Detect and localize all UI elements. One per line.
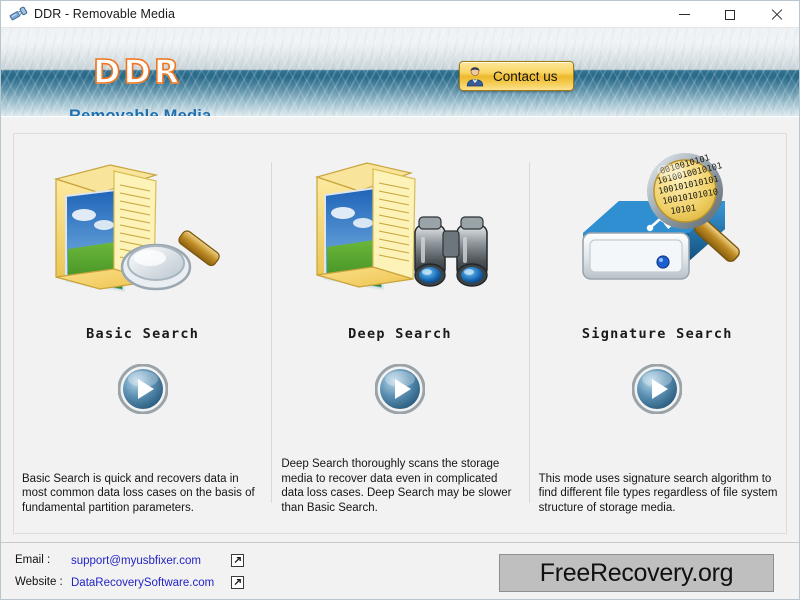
website-link-cell: DataRecoverySoftware.com xyxy=(71,573,219,591)
ddr-logo: DDR xyxy=(92,51,183,92)
maximize-icon xyxy=(725,9,735,20)
maximize-button[interactable] xyxy=(707,1,753,28)
email-link[interactable]: support@myusbfixer.com xyxy=(71,555,201,567)
minimize-icon xyxy=(678,14,690,15)
usb-drive-binary-magnifier-icon: 0010010101 1010010010101 100101010101 10… xyxy=(529,144,786,324)
start-signature-search-button[interactable] xyxy=(631,363,683,415)
watermark-text: FreeRecovery.org xyxy=(539,558,734,587)
folder-document-magnifier-icon xyxy=(14,144,271,324)
mode-title: Basic Search xyxy=(86,326,200,342)
mode-title: Signature Search xyxy=(581,326,733,342)
main-content-area: Basic Search Basic Search is quick and r… xyxy=(1,117,799,542)
header-subtitle: Removable Media xyxy=(69,107,212,116)
email-label: Email : xyxy=(15,554,51,566)
close-button[interactable] xyxy=(753,1,799,28)
window-controls xyxy=(661,1,799,28)
header-banner: DDR Removable Media Contact us xyxy=(1,28,799,116)
user-avatar-icon xyxy=(464,65,486,87)
folder-document-binoculars-icon xyxy=(271,144,528,324)
minimize-button[interactable] xyxy=(661,1,707,28)
website-link[interactable]: DataRecoverySoftware.com xyxy=(71,577,214,589)
website-label: Website : xyxy=(15,576,63,588)
contact-us-button[interactable]: Contact us xyxy=(459,61,574,91)
mode-description: Basic Search is quick and recovers data … xyxy=(22,472,255,514)
title-bar: DDR - Removable Media xyxy=(1,1,799,28)
usb-connector-icon xyxy=(7,3,29,25)
mode-card-signature-search: 0010010101 1010010010101 100101010101 10… xyxy=(528,134,786,533)
start-deep-search-button[interactable] xyxy=(374,363,426,415)
mode-description: This mode uses signature search algorith… xyxy=(538,472,778,514)
application-window: DDR - Removable Media DDR Removable Medi… xyxy=(0,0,800,600)
contact-us-label: Contact us xyxy=(493,68,558,84)
footer-bar: Email : support@myusbfixer.com Website :… xyxy=(1,542,799,599)
watermark-badge: FreeRecovery.org xyxy=(499,554,774,592)
external-link-icon[interactable] xyxy=(231,553,244,567)
start-basic-search-button[interactable] xyxy=(117,363,169,415)
mode-card-deep-search: Deep Search Deep Search thoroughly scans… xyxy=(271,134,528,533)
email-link-cell: support@myusbfixer.com xyxy=(71,551,219,569)
close-icon xyxy=(770,8,783,21)
search-modes-panel: Basic Search Basic Search is quick and r… xyxy=(13,133,787,534)
mode-title: Deep Search xyxy=(348,326,452,342)
window-title: DDR - Removable Media xyxy=(34,7,176,21)
mode-card-basic-search: Basic Search Basic Search is quick and r… xyxy=(14,134,271,533)
mode-description: Deep Search thoroughly scans the storage… xyxy=(281,458,512,514)
external-link-icon[interactable] xyxy=(231,575,244,589)
